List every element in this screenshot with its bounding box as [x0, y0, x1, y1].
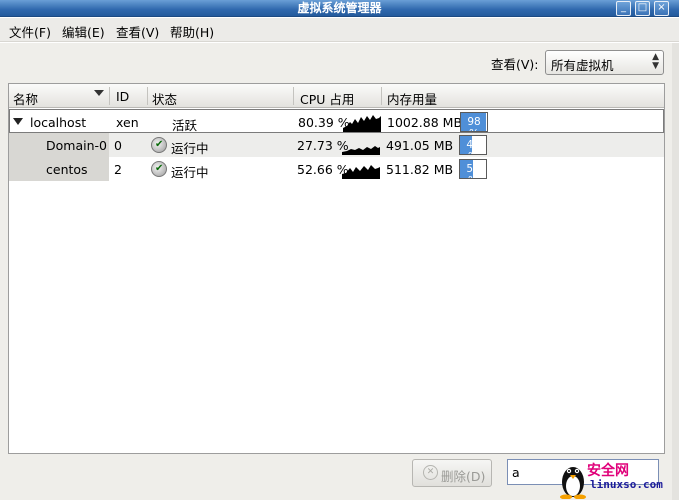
memory-usage-percent: 48 % [466, 139, 480, 154]
delete-button[interactable]: ✕ 删除(D) [412, 459, 492, 487]
row-cpu: 27.73 % [297, 138, 349, 153]
menu-file[interactable]: 文件(F) [9, 22, 51, 41]
menu-help[interactable]: 帮助(H) [170, 22, 214, 41]
cpu-sparkline [342, 146, 380, 155]
table-row-localhost[interactable]: localhost xen 活跃 80.39 % 1002.88 MB 98 % [9, 109, 664, 133]
column-header-memory[interactable]: 内存用量 [387, 89, 437, 108]
row-cpu: 52.66 % [297, 162, 349, 177]
cpu-sparkline [342, 165, 380, 179]
column-separator [293, 87, 294, 105]
table-row-centos[interactable]: centos 2 ✔ 运行中 52.66 % 511.82 MB 50 % [9, 157, 664, 181]
memory-usage-percent: 98 % [467, 116, 481, 131]
row-name: Domain-0 [46, 138, 107, 153]
title-bar: 虚拟系统管理器 _ □ × [0, 0, 679, 17]
column-header-name[interactable]: 名称 [13, 89, 38, 108]
row-status: 活跃 [172, 118, 198, 133]
delete-button-label: 删除(D) [441, 469, 486, 484]
view-filter-value: 所有虚拟机 [551, 58, 614, 73]
maximize-button[interactable]: □ [635, 1, 650, 16]
row-cpu: 80.39 % [298, 115, 350, 130]
memory-usage-percent: 50 % [466, 163, 480, 178]
window-edge [672, 43, 679, 500]
memory-usage-bar: 98 % [460, 112, 488, 132]
menu-edit[interactable]: 编辑(E) [62, 22, 105, 41]
row-id: 0 [114, 138, 122, 153]
row-name: centos [46, 162, 88, 177]
menu-view[interactable]: 查看(V) [116, 22, 159, 41]
row-memory: 491.05 MB [386, 138, 454, 153]
row-id: xen [116, 115, 139, 130]
delete-shield-icon: ✕ [423, 465, 438, 480]
column-header-id[interactable]: ID [116, 89, 129, 104]
table-row-domain-0[interactable]: Domain-0 0 ✔ 运行中 27.73 % 491.05 MB 48 % [9, 133, 664, 157]
row-memory: 511.82 MB [386, 162, 454, 177]
updown-arrow-icon: ▲ ▼ [652, 52, 659, 71]
vm-table: 名称 ID 状态 CPU 占用 内存用量 localhost xen 活跃 80… [8, 83, 665, 454]
running-status-icon: ✔ [151, 161, 167, 177]
column-header-cpu[interactable]: CPU 占用 [300, 89, 354, 108]
table-header: 名称 ID 状态 CPU 占用 内存用量 [9, 84, 664, 108]
watermark-text-cn: 安全网 [587, 463, 629, 479]
row-status: 运行中 [171, 141, 209, 156]
window-title: 虚拟系统管理器 [297, 1, 382, 15]
column-separator [381, 87, 382, 105]
sort-down-icon [94, 90, 104, 96]
row-memory: 1002.88 MB [387, 115, 463, 130]
close-button[interactable]: × [654, 1, 669, 16]
row-status: 运行中 [171, 165, 209, 180]
minimize-button[interactable]: _ [616, 1, 631, 16]
column-separator [147, 87, 148, 105]
column-separator [109, 87, 110, 105]
expander-down-icon[interactable] [13, 118, 23, 125]
running-status-icon: ✔ [151, 137, 167, 153]
memory-usage-bar: 50 % [459, 159, 487, 179]
menu-bar: 文件(F) 编辑(E) 查看(V) 帮助(H) [0, 18, 679, 42]
row-id: 2 [114, 162, 122, 177]
row-name: localhost [30, 115, 87, 130]
watermark-text-url: linuxso.com [590, 478, 663, 491]
cpu-sparkline [343, 115, 381, 132]
view-filter-label: 查看(V): [491, 57, 539, 72]
memory-usage-bar: 48 % [459, 135, 487, 155]
column-header-status[interactable]: 状态 [152, 89, 177, 108]
view-filter-combo[interactable]: 所有虚拟机 ▲ ▼ [545, 50, 664, 75]
